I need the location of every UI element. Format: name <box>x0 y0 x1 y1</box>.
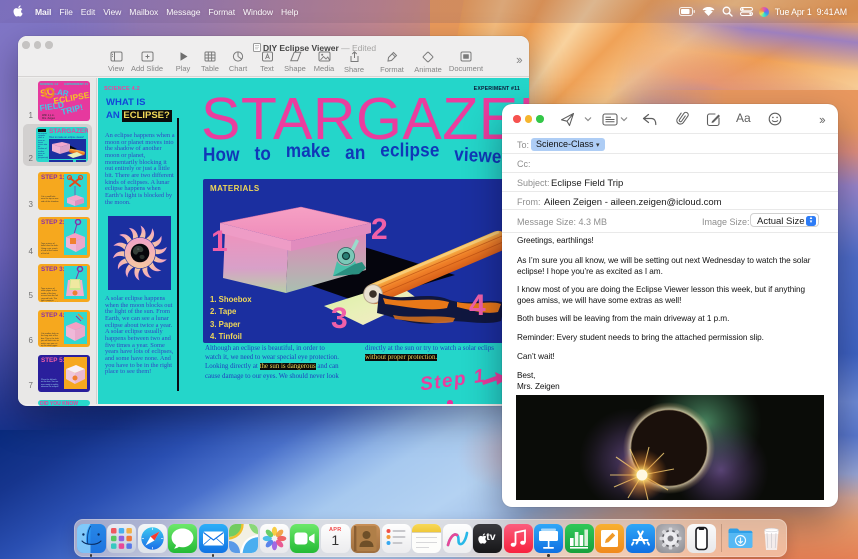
svg-text:2: 2 <box>371 213 388 246</box>
svg-text:4: 4 <box>469 289 486 322</box>
svg-text:3: 3 <box>331 302 348 335</box>
svg-text:1: 1 <box>211 225 228 258</box>
